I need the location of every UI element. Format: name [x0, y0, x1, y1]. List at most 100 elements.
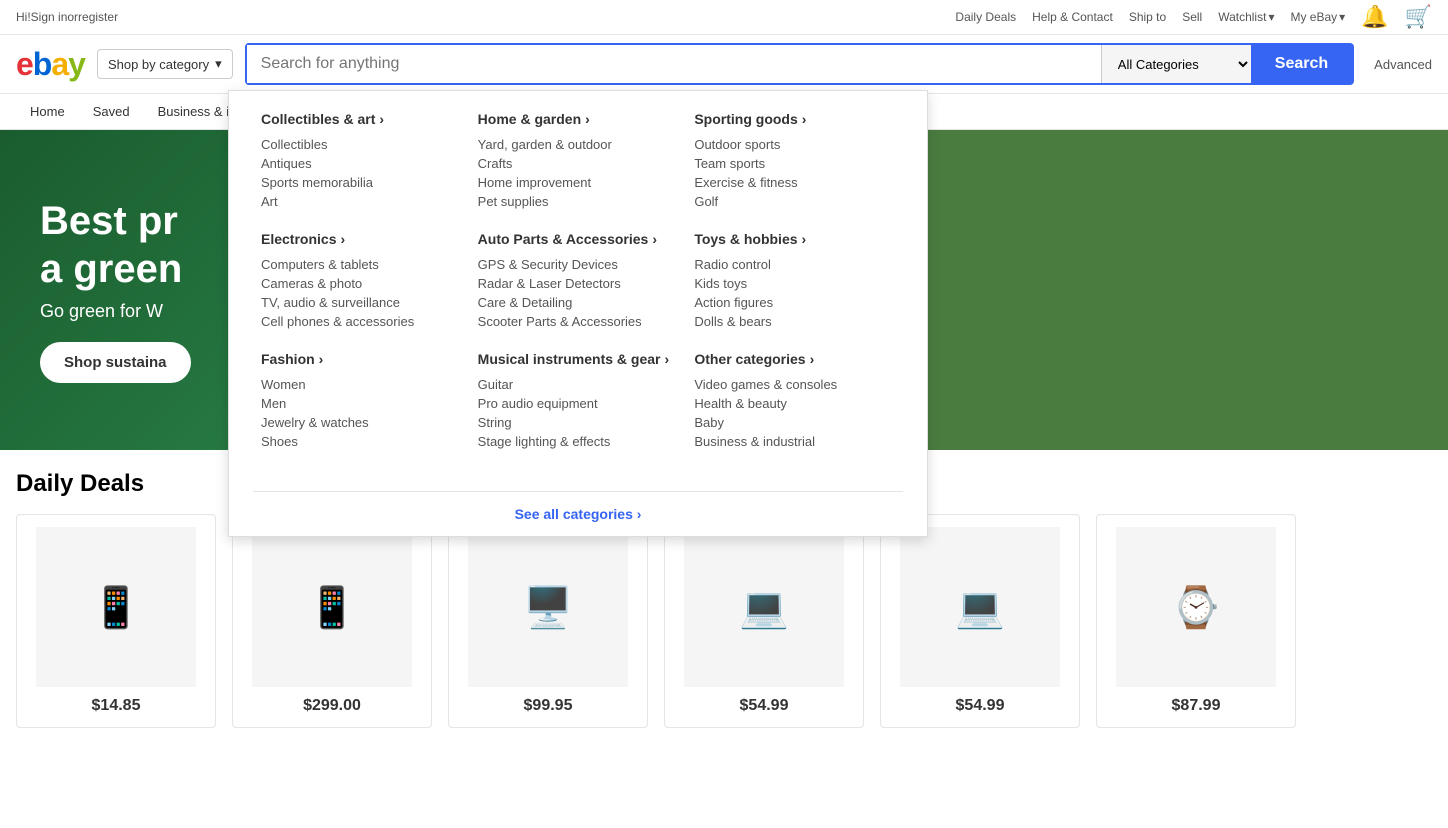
- men-link[interactable]: Men: [261, 394, 462, 413]
- product-image-5: 💻: [900, 527, 1060, 687]
- fashion-arrow-icon: ›: [319, 351, 324, 367]
- logo-e: e: [16, 46, 33, 82]
- sell-link[interactable]: Sell: [1182, 10, 1202, 24]
- nav-home[interactable]: Home: [16, 94, 79, 129]
- notification-icon[interactable]: 🔔: [1361, 4, 1388, 30]
- shop-by-label: Shop by category: [108, 57, 209, 72]
- collectibles-arrow-icon: ›: [379, 111, 384, 127]
- gps-security-link[interactable]: GPS & Security Devices: [478, 255, 679, 274]
- sports-memorabilia-link[interactable]: Sports memorabilia: [261, 173, 462, 192]
- product-card-1[interactable]: 📱 $14.85: [16, 514, 216, 728]
- fashion-heading[interactable]: Fashion ›: [261, 351, 462, 367]
- outdoor-sports-link[interactable]: Outdoor sports: [694, 135, 895, 154]
- art-link[interactable]: Art: [261, 192, 462, 211]
- product-price-2: $299.00: [245, 697, 419, 715]
- dolls-bears-link[interactable]: Dolls & bears: [694, 312, 895, 331]
- sporting-goods-section: Sporting goods › Outdoor sports Team spo…: [694, 111, 895, 211]
- cameras-photo-link[interactable]: Cameras & photo: [261, 274, 462, 293]
- daily-deals-link[interactable]: Daily Deals: [955, 10, 1016, 24]
- baby-link[interactable]: Baby: [694, 413, 895, 432]
- watchlist-label: Watchlist: [1218, 10, 1266, 24]
- help-contact-link[interactable]: Help & Contact: [1032, 10, 1113, 24]
- see-all-categories-link[interactable]: See all categories ›: [515, 506, 642, 522]
- radar-laser-link[interactable]: Radar & Laser Detectors: [478, 274, 679, 293]
- myebay-label: My eBay: [1290, 10, 1337, 24]
- nav-saved[interactable]: Saved: [79, 94, 144, 129]
- women-link[interactable]: Women: [261, 375, 462, 394]
- auto-parts-heading[interactable]: Auto Parts & Accessories ›: [478, 231, 679, 247]
- product-price-3: $99.95: [461, 697, 635, 715]
- computers-tablets-link[interactable]: Computers & tablets: [261, 255, 462, 274]
- collectibles-section: Collectibles & art › Collectibles Antiqu…: [261, 111, 462, 211]
- advanced-search-link[interactable]: Advanced: [1374, 57, 1432, 72]
- tv-audio-link[interactable]: TV, audio & surveillance: [261, 293, 462, 312]
- dropdown-footer: See all categories ›: [253, 491, 903, 536]
- pro-audio-link[interactable]: Pro audio equipment: [478, 394, 679, 413]
- golf-link[interactable]: Golf: [694, 192, 895, 211]
- jewelry-watches-link[interactable]: Jewelry & watches: [261, 413, 462, 432]
- toys-arrow-icon: ›: [802, 231, 807, 247]
- product-image-6: ⌚: [1116, 527, 1276, 687]
- search-bar: All Categories Search: [245, 43, 1355, 85]
- team-sports-link[interactable]: Team sports: [694, 154, 895, 173]
- home-improvement-link[interactable]: Home improvement: [478, 173, 679, 192]
- product-card-3[interactable]: 🖥️ $99.95: [448, 514, 648, 728]
- kids-toys-link[interactable]: Kids toys: [694, 274, 895, 293]
- product-card-4[interactable]: 💻 $54.99: [664, 514, 864, 728]
- myebay-dropdown[interactable]: My eBay ▾: [1290, 10, 1345, 24]
- yard-garden-link[interactable]: Yard, garden & outdoor: [478, 135, 679, 154]
- dropdown-col-1: Collectibles & art › Collectibles Antiqu…: [253, 111, 470, 491]
- sporting-goods-heading[interactable]: Sporting goods ›: [694, 111, 895, 127]
- business-industrial-link[interactable]: Business & industrial: [694, 432, 895, 451]
- product-card-2[interactable]: 📱 $299.00: [232, 514, 432, 728]
- musical-instruments-section: Musical instruments & gear › Guitar Pro …: [478, 351, 679, 451]
- electronics-heading[interactable]: Electronics ›: [261, 231, 462, 247]
- string-link[interactable]: String: [478, 413, 679, 432]
- category-select[interactable]: All Categories: [1101, 45, 1251, 83]
- guitar-link[interactable]: Guitar: [478, 375, 679, 394]
- ebay-logo[interactable]: ebay: [16, 46, 85, 83]
- collectibles-link[interactable]: Collectibles: [261, 135, 462, 154]
- home-garden-section: Home & garden › Yard, garden & outdoor C…: [478, 111, 679, 211]
- dropdown-col-2: Home & garden › Yard, garden & outdoor C…: [470, 111, 687, 491]
- other-categories-section: Other categories › Video games & console…: [694, 351, 895, 451]
- search-input[interactable]: [247, 45, 1101, 83]
- care-detailing-link[interactable]: Care & Detailing: [478, 293, 679, 312]
- shoes-link[interactable]: Shoes: [261, 432, 462, 451]
- radio-control-link[interactable]: Radio control: [694, 255, 895, 274]
- product-price-6: $87.99: [1109, 697, 1283, 715]
- product-image-4: 💻: [684, 527, 844, 687]
- auto-parts-arrow-icon: ›: [652, 231, 657, 247]
- cart-icon[interactable]: 🛒: [1405, 4, 1432, 30]
- other-categories-heading[interactable]: Other categories ›: [694, 351, 895, 367]
- product-image-2: 📱: [252, 527, 412, 687]
- register-link[interactable]: register: [78, 10, 118, 24]
- action-figures-link[interactable]: Action figures: [694, 293, 895, 312]
- electronics-section: Electronics › Computers & tablets Camera…: [261, 231, 462, 331]
- musical-instruments-heading[interactable]: Musical instruments & gear ›: [478, 351, 679, 367]
- hero-cta-button[interactable]: Shop sustaina: [40, 342, 191, 383]
- health-beauty-link[interactable]: Health & beauty: [694, 394, 895, 413]
- top-bar: Hi! Sign in or register Daily Deals Help…: [0, 0, 1448, 35]
- product-card-6[interactable]: ⌚ $87.99: [1096, 514, 1296, 728]
- toys-hobbies-heading[interactable]: Toys & hobbies ›: [694, 231, 895, 247]
- home-garden-heading[interactable]: Home & garden ›: [478, 111, 679, 127]
- stage-lighting-link[interactable]: Stage lighting & effects: [478, 432, 679, 451]
- watchlist-dropdown[interactable]: Watchlist ▾: [1218, 10, 1274, 24]
- video-games-link[interactable]: Video games & consoles: [694, 375, 895, 394]
- scooter-parts-link[interactable]: Scooter Parts & Accessories: [478, 312, 679, 331]
- exercise-fitness-link[interactable]: Exercise & fitness: [694, 173, 895, 192]
- collectibles-art-heading[interactable]: Collectibles & art ›: [261, 111, 462, 127]
- product-card-5[interactable]: 💻 $54.99: [880, 514, 1080, 728]
- auto-parts-section: Auto Parts & Accessories › GPS & Securit…: [478, 231, 679, 331]
- pet-supplies-link[interactable]: Pet supplies: [478, 192, 679, 211]
- sign-in-link[interactable]: Sign in: [31, 10, 68, 24]
- product-image-3: 🖥️: [468, 527, 628, 687]
- cell-phones-link[interactable]: Cell phones & accessories: [261, 312, 462, 331]
- antiques-link[interactable]: Antiques: [261, 154, 462, 173]
- crafts-link[interactable]: Crafts: [478, 154, 679, 173]
- top-right-links: Daily Deals Help & Contact Ship to Sell …: [955, 4, 1432, 30]
- search-button[interactable]: Search: [1251, 45, 1352, 83]
- product-price-4: $54.99: [677, 697, 851, 715]
- shop-by-button[interactable]: Shop by category ▾: [97, 49, 233, 79]
